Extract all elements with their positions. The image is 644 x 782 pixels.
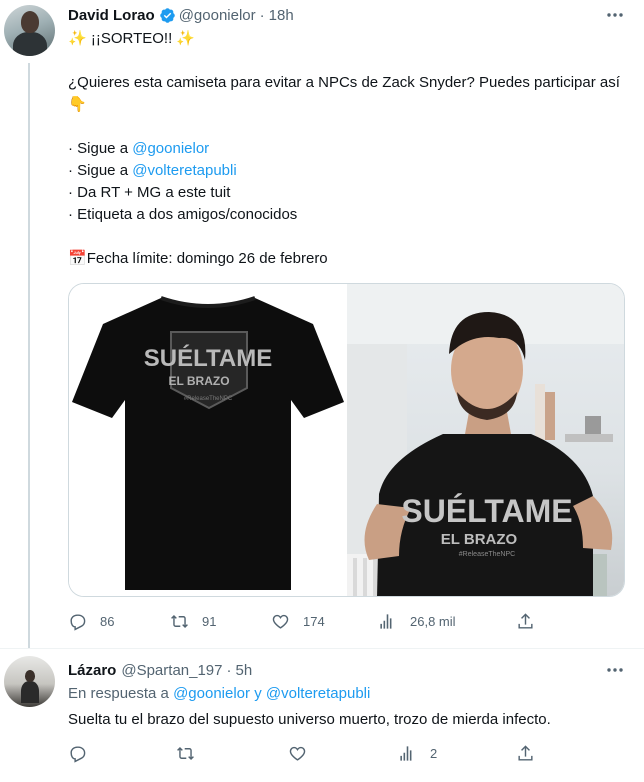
- author-avatar[interactable]: [4, 5, 55, 56]
- views-button[interactable]: 2: [398, 744, 437, 763]
- views-chart-icon: [380, 614, 392, 629]
- replying-to-joiner: y: [250, 685, 266, 702]
- tweet-paragraph: ¿Quieres esta camiseta para evitar a NPC…: [68, 74, 620, 113]
- media-gallery[interactable]: SUÉLTAME EL BRAZO #ReleaseTheNPC SUÉLTAM…: [68, 283, 625, 597]
- more-options-icon[interactable]: [605, 6, 625, 24]
- more-options-icon[interactable]: [605, 661, 625, 679]
- deadline-text: Fecha límite: domingo 26 de febrero: [86, 250, 328, 267]
- reply-actions: 2: [68, 744, 538, 764]
- heart-icon: [289, 746, 306, 761]
- person-wearing-shirt-photo[interactable]: SUÉLTAME EL BRAZO #ReleaseTheNPC: [347, 284, 624, 596]
- reply-button[interactable]: [68, 744, 87, 763]
- tweet-actions: 86 91 174 26,8 mil: [68, 612, 538, 632]
- replying-to-line: En respuesta a @goonielor y @volteretapu…: [68, 685, 370, 702]
- retweet-icon: [171, 614, 188, 629]
- header-separator: ·: [259, 6, 265, 24]
- reply-author-name[interactable]: Lázaro: [68, 662, 116, 679]
- replying-to-prefix: En respuesta a: [68, 685, 174, 702]
- requirement-2: · Sigue a @volteretapubli: [68, 160, 628, 182]
- heart-icon: [272, 614, 289, 629]
- requirement-text: · Sigue a: [68, 140, 133, 157]
- photo-illustration: SUÉLTAME EL BRAZO #ReleaseTheNPC: [347, 284, 624, 596]
- retweet-count: 91: [202, 614, 217, 629]
- share-icon: [518, 613, 533, 629]
- like-button[interactable]: [288, 744, 307, 763]
- reply-icon: [70, 614, 86, 631]
- like-count: 174: [303, 614, 325, 629]
- reply-text: Suelta tu el brazo del supuesto universo…: [68, 711, 551, 728]
- views-count: 2: [430, 746, 438, 761]
- reply-author-avatar[interactable]: [4, 656, 55, 707]
- reply-count: 86: [100, 614, 115, 629]
- mention-link[interactable]: @goonielor: [132, 140, 209, 157]
- share-icon: [518, 745, 533, 761]
- shirt-print-main: SUÉLTAME: [144, 344, 272, 372]
- photo-shirt-print-sub: EL BRAZO: [441, 531, 518, 548]
- verified-badge-icon: [159, 7, 175, 23]
- mention-link[interactable]: @volteretapubli: [266, 685, 370, 702]
- requirement-text: · Sigue a: [68, 162, 133, 179]
- shirt-print-tag: #ReleaseTheNPC: [184, 396, 233, 402]
- share-button[interactable]: [516, 612, 535, 631]
- reply-author-handle[interactable]: @Spartan_197: [121, 662, 222, 679]
- retweet-icon: [177, 746, 194, 761]
- views-chart-icon: [400, 746, 412, 761]
- shirt-print-sub: EL BRAZO: [168, 374, 229, 388]
- views-count: 26,8 mil: [410, 614, 456, 629]
- tshirt-illustration: SUÉLTAME EL BRAZO #ReleaseTheNPC: [72, 296, 344, 590]
- requirement-3: · Da RT + MG a este tuit: [68, 184, 231, 201]
- tweet-timestamp[interactable]: 18h: [269, 7, 294, 24]
- tshirt-image[interactable]: SUÉLTAME EL BRAZO #ReleaseTheNPC: [69, 284, 347, 596]
- author-name[interactable]: David Lorao: [68, 7, 155, 24]
- requirement-1: · Sigue a @goonielor: [68, 138, 628, 160]
- tweet-reply[interactable]: Lázaro @Spartan_197 · 5h En respuesta a …: [0, 648, 644, 782]
- retweet-button[interactable]: [176, 744, 195, 763]
- photo-shirt-print-main: SUÉLTAME: [401, 493, 572, 529]
- tweet-line-title: ✨ ¡¡SORTEO!! ✨: [68, 30, 196, 47]
- thread-connector: [28, 63, 30, 648]
- header-separator: ·: [226, 661, 232, 679]
- retweet-button[interactable]: 91: [170, 612, 216, 631]
- tweet-header: David Lorao @goonielor · 18h: [68, 5, 294, 25]
- reply-timestamp[interactable]: 5h: [236, 662, 253, 679]
- author-handle[interactable]: @goonielor: [179, 7, 256, 24]
- mention-link[interactable]: @volteretapubli: [132, 162, 236, 179]
- photo-shirt-print-tag: #ReleaseTheNPC: [459, 551, 515, 558]
- calendar-icon: 📅: [68, 250, 87, 267]
- like-button[interactable]: 174: [271, 612, 325, 631]
- tweet-main[interactable]: David Lorao @goonielor · 18h ✨ ¡¡SORTEO!…: [0, 0, 644, 648]
- views-button[interactable]: 26,8 mil: [378, 612, 456, 631]
- reply-icon: [70, 746, 86, 763]
- requirement-4: · Etiqueta a dos amigos/conocidos: [68, 206, 298, 223]
- share-button[interactable]: [516, 744, 535, 763]
- mention-link[interactable]: @goonielor: [173, 685, 250, 702]
- deadline-line: 📅Fecha límite: domingo 26 de febrero: [68, 248, 628, 270]
- reply-header: Lázaro @Spartan_197 · 5h: [68, 660, 252, 680]
- reply-button[interactable]: 86: [68, 612, 114, 631]
